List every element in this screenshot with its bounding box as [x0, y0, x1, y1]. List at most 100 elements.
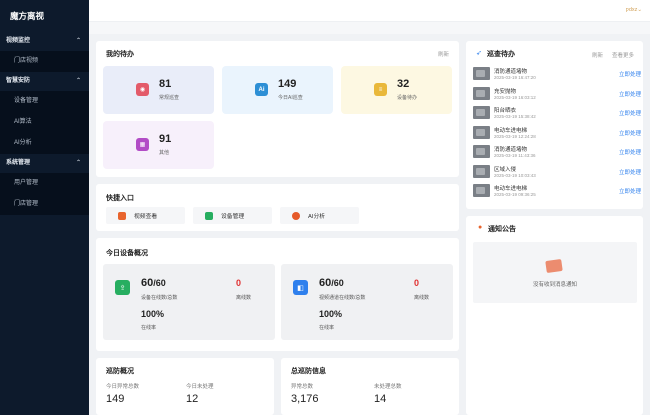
- patrol-event-name: 充安抛物: [494, 88, 517, 95]
- quick-entry-device[interactable]: 设备管理: [193, 207, 272, 224]
- device-online-rate: 100%: [141, 309, 165, 319]
- quick-entry-ai-analysis[interactable]: AI分析: [280, 207, 359, 224]
- patrol-todo-more-link[interactable]: 查看更多: [612, 51, 634, 59]
- handle-now-button[interactable]: 立即处理: [619, 187, 641, 195]
- todo-tile-ai[interactable]: Ai 149 今日AI巡查: [222, 66, 333, 114]
- sidebar-item-ai-algorithm[interactable]: AI算法: [0, 112, 89, 133]
- patrol-event-time: 2025-03-19 09:36:25: [494, 192, 536, 197]
- patrol-todo-row: 区域入侵 2025-03-19 10:03:43 立即处理: [473, 164, 641, 182]
- sidebar-group-system[interactable]: 系统管理 ⌃: [0, 154, 89, 173]
- patrol-event-name: 电动车进电梯: [494, 127, 528, 134]
- patrol-todo-row: 阳台晒衣 2025-03-19 15:38:42 立即处理: [473, 105, 641, 123]
- patrol-summary-title: 巡防概况: [106, 368, 134, 375]
- snapshot-thumbnail[interactable]: [473, 164, 490, 178]
- todo-tile-value: 91: [159, 133, 172, 145]
- snapshot-thumbnail[interactable]: [473, 67, 490, 80]
- notice-empty-text: 没有收到消息通知: [532, 282, 577, 288]
- quick-entry-label: 视频查看: [134, 214, 158, 220]
- channel-online-count: 60/60: [319, 277, 344, 289]
- todo-card: 我的待办 刷新 ◉ 81 常规巡查 Ai 149 今日AI巡查 ≡ 32 设备待…: [96, 41, 459, 177]
- bell-icon: ●: [478, 224, 483, 231]
- handle-now-button[interactable]: 立即处理: [619, 70, 641, 78]
- sidebar-item-store-video[interactable]: 门店视频: [0, 51, 89, 72]
- channel-total: /60: [331, 278, 344, 288]
- upload-device-icon: ⇪: [115, 280, 130, 295]
- todo-tile-routine[interactable]: ◉ 81 常规巡查: [103, 66, 214, 114]
- channel-online-panel: ◧ 60/60 视频通道在线数/总数 0 离线数 100% 在线率: [281, 264, 453, 340]
- handle-now-button[interactable]: 立即处理: [619, 90, 641, 98]
- sidebar-item-store-management[interactable]: 门店管理: [0, 194, 89, 215]
- todo-tile-label: 设备待办: [397, 95, 418, 101]
- total-unhandled-label: 未处理总数: [374, 384, 402, 390]
- sidebar-group-label: 智慧安防: [6, 78, 31, 84]
- patrol-event-name: 阳台晒衣: [494, 108, 517, 114]
- device-overview-card: 今日设备概况 ⇪ 60/60 设备在线数/总数 0 离线数 100% 在线率 ◧…: [96, 238, 459, 351]
- channel-count: 60: [319, 277, 332, 289]
- todo-tile-label: 其他: [159, 150, 170, 156]
- handle-now-button[interactable]: 立即处理: [619, 148, 641, 156]
- todo-tile-label: 今日AI巡查: [278, 95, 303, 101]
- ai-analysis-icon: [292, 211, 300, 220]
- patrol-event-time: 2025-03-19 11:43:36: [494, 153, 536, 158]
- device-count: 60: [141, 277, 154, 289]
- sidebar-submenu: 门店视频: [0, 51, 89, 72]
- total-anomaly-label: 异常总数: [291, 384, 314, 390]
- chevron-up-icon: ⌃: [75, 160, 81, 166]
- patrol-info-card: 总巡防信息 异常总数 3,176 未处理总数 14: [281, 358, 459, 415]
- shield-icon: ◉: [136, 83, 149, 96]
- patrol-todo-row: 电动车进电梯 2025-03-19 12:24:28 立即处理: [473, 125, 641, 143]
- device-icon: [205, 211, 213, 220]
- handle-now-button[interactable]: 立即处理: [619, 129, 641, 137]
- handle-now-button[interactable]: 立即处理: [619, 168, 641, 176]
- todo-tile-value: 81: [159, 78, 172, 90]
- total-unhandled-value: 14: [374, 393, 387, 405]
- handle-now-button[interactable]: 立即处理: [619, 109, 641, 117]
- quick-entry-video[interactable]: 视频查看: [106, 207, 185, 224]
- user-menu[interactable]: ƿdxz⌄: [626, 7, 642, 13]
- todo-refresh-button[interactable]: 刷新: [438, 50, 449, 58]
- quick-entry-label: 设备管理: [221, 214, 245, 220]
- quick-entry-label: AI分析: [308, 214, 326, 220]
- patrol-event-name: 电动车进电梯: [494, 186, 528, 192]
- patrol-todo-row: 消防通道堵物 2025-03-19 16:47:20 立即处理: [473, 66, 641, 84]
- patrol-todo-row: 充安抛物 2025-03-19 16:03:12 立即处理: [473, 86, 641, 104]
- device-count-label: 设备在线数/总数: [141, 295, 178, 301]
- snapshot-thumbnail[interactable]: [473, 184, 490, 197]
- chevron-up-icon: ⌃: [75, 78, 81, 84]
- sidebar: 魔方离视 视频监控 ⌃ 门店视频 智慧安防 ⌃ 设备管理 AI算法 AI分析 系统管…: [0, 0, 89, 415]
- sidebar-item-device-management[interactable]: 设备管理: [0, 91, 89, 112]
- snapshot-thumbnail[interactable]: [473, 125, 490, 139]
- channel-online-rate: 100%: [319, 309, 343, 319]
- quick-entry-title: 快捷入口: [106, 195, 134, 202]
- todo-tile-other[interactable]: ▦ 91 其他: [103, 121, 214, 169]
- patrol-todo-row: 消防通道堵物 2025-03-19 11:43:36 立即处理: [473, 144, 641, 162]
- patrol-todo-refresh-button[interactable]: 刷新: [592, 51, 603, 59]
- sidebar-group-video[interactable]: 视频监控 ⌃: [0, 32, 89, 51]
- todo-tile-label: 常规巡查: [159, 95, 180, 101]
- snapshot-thumbnail[interactable]: [473, 106, 490, 119]
- patrol-summary-card: 巡防概况 今日异常总数 149 今日未处理 12: [96, 358, 274, 415]
- snapshot-thumbnail[interactable]: [473, 86, 490, 100]
- notice-empty-area: 没有收到消息通知: [473, 242, 637, 303]
- todo-tile-value: 149: [278, 78, 297, 90]
- sidebar-item-user-management[interactable]: 用户管理: [0, 173, 89, 194]
- device-online-panel: ⇪ 60/60 设备在线数/总数 0 离线数 100% 在线率: [103, 264, 275, 340]
- patrol-event-name: 消防通道堵物: [494, 69, 528, 75]
- app-title: 魔方离视: [10, 11, 45, 21]
- sidebar-item-ai-analysis[interactable]: AI分析: [0, 133, 89, 154]
- patrol-event-name: 消防通道堵物: [494, 147, 528, 153]
- device-offline-count: 0: [236, 278, 242, 288]
- todo-tile-device[interactable]: ≡ 32 设备待办: [341, 66, 452, 114]
- snapshot-thumbnail[interactable]: [473, 145, 490, 158]
- total-anomaly-value: 3,176: [291, 393, 319, 405]
- patrol-event-time: 2025-03-19 10:03:43: [494, 172, 536, 178]
- empty-inbox-icon: [545, 258, 563, 274]
- today-unhandled-value: 12: [186, 393, 199, 405]
- todo-title: 我的待办: [106, 51, 134, 58]
- device-overview-title: 今日设备概况: [106, 250, 148, 257]
- sidebar-group-security[interactable]: 智慧安防 ⌃: [0, 72, 89, 91]
- camera-icon: ◧: [293, 280, 308, 295]
- patrol-event-time: 2025-03-19 12:24:28: [494, 133, 536, 139]
- patrol-event-time: 2025-03-19 16:03:12: [494, 94, 536, 100]
- patrol-todo-title: 巡查待办: [487, 51, 515, 58]
